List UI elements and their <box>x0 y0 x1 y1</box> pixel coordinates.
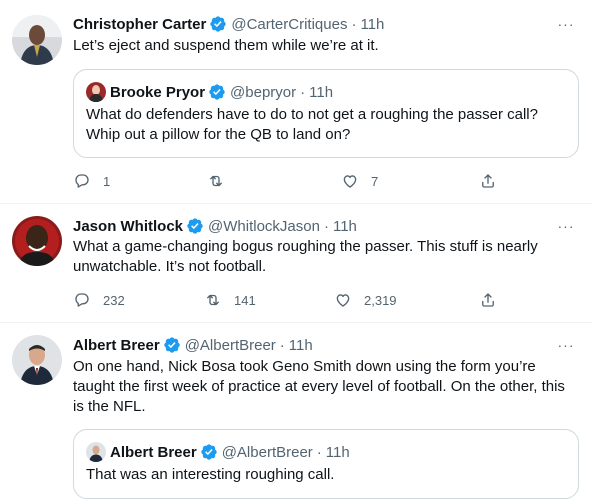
avatar[interactable] <box>12 15 62 65</box>
avatar[interactable] <box>12 216 62 266</box>
tweet-header: Jason Whitlock @WhitlockJason · 11h <box>73 216 552 236</box>
tweet[interactable]: Albert Breer @AlbertBreer · 11h ··· On o… <box>0 323 592 500</box>
reply-count: 232 <box>103 292 125 308</box>
separator: · <box>323 217 329 235</box>
tweet-text: On one hand, Nick Bosa took Geno Smith d… <box>73 358 565 415</box>
tweet-header: Albert Breer @AlbertBreer · 11h <box>73 335 552 355</box>
avatar-photo-icon <box>86 82 106 102</box>
author-name[interactable]: Jason Whitlock <box>73 218 183 235</box>
quoted-author-handle: @AlbertBreer <box>221 443 313 461</box>
retweet-button[interactable]: 141 <box>204 290 256 310</box>
verified-badge-icon <box>201 444 217 460</box>
author-name[interactable]: Albert Breer <box>73 337 160 354</box>
timestamp[interactable]: 11h <box>289 337 313 354</box>
separator: · <box>316 443 322 461</box>
verified-badge-icon <box>187 218 203 234</box>
quoted-timestamp: 11h <box>325 443 350 461</box>
avatar <box>86 442 106 462</box>
retweet-icon <box>207 294 219 306</box>
reply-count: 1 <box>103 173 111 189</box>
retweet-button[interactable] <box>207 171 237 191</box>
tweet-actions: 1 7 <box>73 171 513 191</box>
quoted-author-name: Brooke Pryor <box>110 83 206 101</box>
quoted-author-name: Albert Breer <box>110 443 197 461</box>
avatar-photo-icon <box>12 15 62 65</box>
verified-badge-icon <box>164 337 180 353</box>
like-button[interactable]: 2,319 <box>334 290 397 310</box>
author-handle[interactable]: @AlbertBreer <box>185 337 276 354</box>
avatar-photo-icon <box>86 442 106 462</box>
quoted-tweet-text: What do defenders have to do to not get … <box>86 106 538 143</box>
like-count: 2,319 <box>364 292 397 308</box>
share-icon <box>482 174 494 188</box>
quoted-tweet-header: Brooke Pryor @bepryor · 11h <box>86 82 333 102</box>
retweet-count: 141 <box>234 292 256 308</box>
separator: · <box>351 15 357 33</box>
share-button[interactable] <box>479 171 497 191</box>
separator: · <box>279 336 285 354</box>
verified-badge-icon <box>209 84 225 100</box>
author-handle[interactable]: @WhitlockJason <box>208 218 320 235</box>
avatar-photo-icon <box>12 335 62 385</box>
reply-icon <box>75 174 89 188</box>
avatar[interactable] <box>12 335 62 385</box>
like-count: 7 <box>371 173 379 189</box>
more-icon[interactable]: ··· <box>556 216 576 236</box>
quoted-timestamp: 11h <box>309 83 334 101</box>
like-button[interactable]: 7 <box>341 171 378 191</box>
separator: · <box>300 83 306 101</box>
timeline: Christopher Carter @CarterCritiques · 11… <box>0 0 592 500</box>
quoted-tweet[interactable]: Albert Breer @AlbertBreer · 11h That was… <box>73 429 579 499</box>
more-icon[interactable]: ··· <box>556 14 576 34</box>
reply-button[interactable]: 1 <box>73 171 110 191</box>
more-icon[interactable]: ··· <box>556 335 576 355</box>
quoted-tweet-header: Albert Breer @AlbertBreer · 11h <box>86 442 350 462</box>
timestamp[interactable]: 11h <box>333 218 357 235</box>
author-handle[interactable]: @CarterCritiques <box>231 16 347 33</box>
tweet-actions: 232 141 2,319 <box>73 290 513 310</box>
retweet-icon <box>210 175 222 187</box>
share-icon <box>482 293 494 307</box>
quoted-tweet[interactable]: Brooke Pryor @bepryor · 11h What do defe… <box>73 69 579 158</box>
like-icon <box>336 294 350 307</box>
quoted-author-handle: @bepryor <box>230 83 297 101</box>
reply-button[interactable]: 232 <box>73 290 125 310</box>
tweet[interactable]: Christopher Carter @CarterCritiques · 11… <box>0 0 592 204</box>
reply-icon <box>75 293 89 307</box>
quoted-tweet-text: That was an interesting roughing call. <box>86 466 335 483</box>
verified-badge-icon <box>210 16 227 32</box>
timestamp[interactable]: 11h <box>360 16 384 33</box>
share-button[interactable] <box>479 290 497 310</box>
avatar-photo-icon <box>12 216 62 266</box>
tweet-text: What a game-changing bogus roughing the … <box>73 238 538 275</box>
tweet[interactable]: Jason Whitlock @WhitlockJason · 11h ··· … <box>0 204 592 323</box>
avatar <box>86 82 106 102</box>
like-icon <box>343 175 357 188</box>
author-name[interactable]: Christopher Carter <box>73 16 206 33</box>
tweet-header: Christopher Carter @CarterCritiques · 11… <box>73 14 552 34</box>
tweet-text: Let’s eject and suspend them while we’re… <box>73 37 379 54</box>
